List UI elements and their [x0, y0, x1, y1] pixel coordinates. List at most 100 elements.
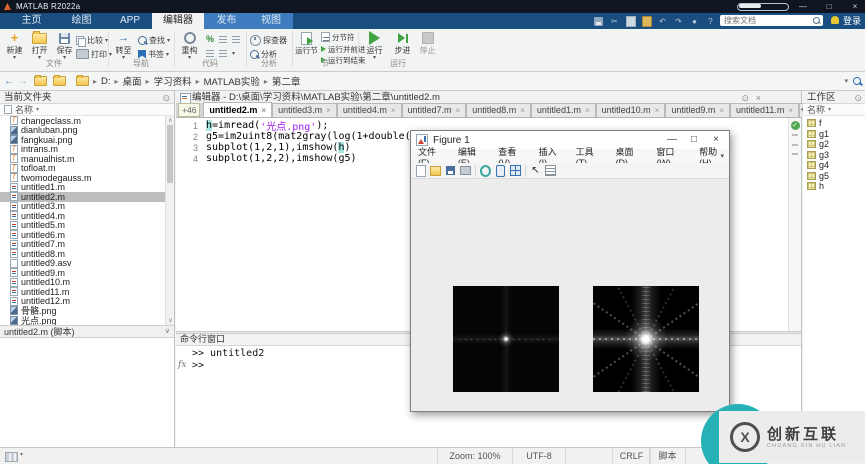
name-column-header[interactable]: 名称 ▾	[0, 104, 174, 116]
run-section-button[interactable]: 运行节	[294, 31, 319, 56]
line-badge[interactable]: +46	[178, 103, 200, 117]
save-icon[interactable]	[592, 15, 605, 27]
browse-folder-icon[interactable]	[53, 76, 66, 86]
workspace-var[interactable]: f	[803, 118, 865, 129]
file-item[interactable]: untitled8.m	[0, 249, 166, 259]
close-tab-icon[interactable]: ×	[655, 104, 660, 117]
close-tab-icon[interactable]: ×	[788, 104, 793, 117]
link-plot-icon[interactable]	[480, 165, 491, 176]
refactor-button[interactable]: 重构 ▾	[177, 31, 202, 61]
editor-tab[interactable]: untitled9.m×	[665, 103, 730, 117]
figure-window[interactable]: Figure 1 — □ × 文件(F) 编辑(E) 查看(V) 插入(I) 工…	[410, 130, 730, 412]
breadcrumb-part[interactable]: MATLAB实验	[204, 74, 260, 88]
insert-legend-icon[interactable]	[510, 165, 521, 176]
decrease-indent-icon[interactable]	[219, 50, 227, 57]
up-one-level-icon[interactable]	[34, 76, 47, 86]
edit-plot-pointer-icon[interactable]: ↖	[530, 165, 541, 176]
save-button[interactable]: 保存 ▾	[52, 31, 77, 61]
editor-tab[interactable]: untitled4.m×	[337, 103, 402, 117]
workspace-var[interactable]: g4	[803, 160, 865, 171]
workspace-menu-icon[interactable]: ⊙	[854, 92, 862, 104]
stop-button[interactable]: 停止	[415, 31, 440, 56]
workspace-name-column[interactable]: 名称 ▾	[803, 104, 865, 116]
redo-icon[interactable]: ↷	[672, 15, 685, 27]
panel-menu-icon[interactable]: ⊙	[162, 92, 170, 104]
file-item[interactable]: untitled1.m	[0, 183, 166, 193]
editor-tab[interactable]: untitled3.m×	[272, 103, 337, 117]
scroll-down-icon[interactable]: ∨	[166, 317, 175, 324]
notifications-icon[interactable]	[831, 16, 839, 24]
search-folder-icon[interactable]	[853, 77, 861, 85]
save-figure-icon[interactable]	[445, 165, 456, 176]
profiler-button[interactable]: 探查器	[250, 34, 287, 46]
current-folder-icon[interactable]	[76, 76, 89, 86]
new-button[interactable]: + 新建 ▾	[2, 31, 27, 61]
editor-tab-active[interactable]: untitled2.m×	[203, 102, 272, 117]
undo-icon[interactable]: ↶	[656, 15, 669, 27]
help-icon[interactable]: ?	[704, 15, 717, 27]
file-item[interactable]: fangkuai.png	[0, 135, 166, 145]
file-item[interactable]: untitled3.m	[0, 202, 166, 212]
file-item[interactable]: untitled11.m	[0, 287, 166, 297]
highlight-mar ker[interactable]	[792, 153, 798, 155]
editor-tab[interactable]: untitled1.m×	[531, 103, 596, 117]
status-layout-dropdown-icon[interactable]: ▾	[20, 451, 23, 458]
window-close-button[interactable]: ×	[845, 0, 865, 13]
editor-tab[interactable]: untitled8.m×	[466, 103, 531, 117]
goto-button[interactable]: → 转至 ▾	[111, 31, 136, 61]
file-item[interactable]: 光点.png	[0, 316, 166, 326]
file-detail-bar[interactable]: untitled2.m (脚本) ∨	[0, 325, 174, 338]
scroll-up-icon[interactable]: ∧	[166, 117, 175, 124]
wrap-comments-icon[interactable]	[232, 36, 240, 43]
tab-view[interactable]: 视图	[249, 13, 293, 29]
window-maximize-button[interactable]: □	[819, 0, 839, 13]
workspace-var[interactable]: g2	[803, 139, 865, 150]
open-button[interactable]: 打开 ▾	[27, 31, 52, 61]
tab-home[interactable]: 主页	[8, 13, 55, 29]
section-break-button[interactable]: 分节符	[321, 31, 355, 43]
file-item[interactable]: changeclass.m	[0, 116, 166, 126]
compare-button[interactable]: 比较 ▾	[76, 34, 108, 46]
close-tab-icon[interactable]: ×	[261, 104, 266, 117]
step-button[interactable]: 步进	[390, 31, 415, 56]
tab-publish[interactable]: 发布	[204, 13, 249, 29]
highlight-marker[interactable]	[792, 144, 798, 146]
comment-icon[interactable]: %	[206, 34, 214, 44]
record-icon[interactable]: ●	[688, 15, 701, 27]
file-item[interactable]: untitled10.m	[0, 278, 166, 288]
file-item-selected[interactable]: untitled2.m	[0, 192, 166, 202]
status-zoom[interactable]: Zoom: 100%	[437, 448, 513, 464]
workspace-var[interactable]: g1	[803, 129, 865, 140]
file-item[interactable]: twomodegauss.m	[0, 173, 166, 183]
back-icon[interactable]: ←	[4, 76, 14, 87]
property-inspector-icon[interactable]	[545, 165, 556, 176]
close-tab-icon[interactable]: ×	[326, 104, 331, 117]
smart-indent-icon[interactable]	[219, 36, 227, 43]
tab-editor[interactable]: 编辑器	[152, 13, 204, 29]
insert-colorbar-icon[interactable]	[495, 165, 506, 176]
workspace-var[interactable]: g5	[803, 171, 865, 182]
file-list-scrollbar[interactable]: ∧ ∨	[165, 116, 174, 325]
breadcrumb-part[interactable]: 桌面	[123, 74, 142, 88]
file-item[interactable]: manualhist.m	[0, 154, 166, 164]
status-encoding[interactable]: UTF-8	[512, 448, 566, 464]
paste-icon[interactable]	[640, 15, 653, 27]
file-item[interactable]: untitled9.m	[0, 268, 166, 278]
breadcrumb-drive[interactable]: D:	[101, 76, 111, 87]
file-item[interactable]: untitled7.m	[0, 240, 166, 250]
sign-in-link[interactable]: 登录	[843, 13, 861, 29]
status-file-type[interactable]: 脚本	[649, 448, 686, 464]
increase-indent-icon[interactable]	[206, 50, 214, 57]
file-item[interactable]: untitled4.m	[0, 211, 166, 221]
print-figure-icon[interactable]	[460, 165, 471, 176]
cut-icon[interactable]: ✂	[608, 15, 621, 27]
status-line-ending[interactable]: CRLF	[612, 448, 651, 464]
window-minimize-button[interactable]: —	[793, 0, 813, 13]
editor-tab[interactable]: untitled10.m×	[596, 103, 666, 117]
find-button[interactable]: 查找 ▾	[138, 34, 170, 46]
file-item[interactable]: untitled5.m	[0, 221, 166, 231]
tab-apps[interactable]: APP	[108, 13, 152, 29]
breadcrumb-part[interactable]: 学习资料	[154, 74, 192, 88]
address-dropdown-icon[interactable]: ▾	[844, 77, 848, 85]
copy-icon[interactable]	[624, 15, 637, 27]
